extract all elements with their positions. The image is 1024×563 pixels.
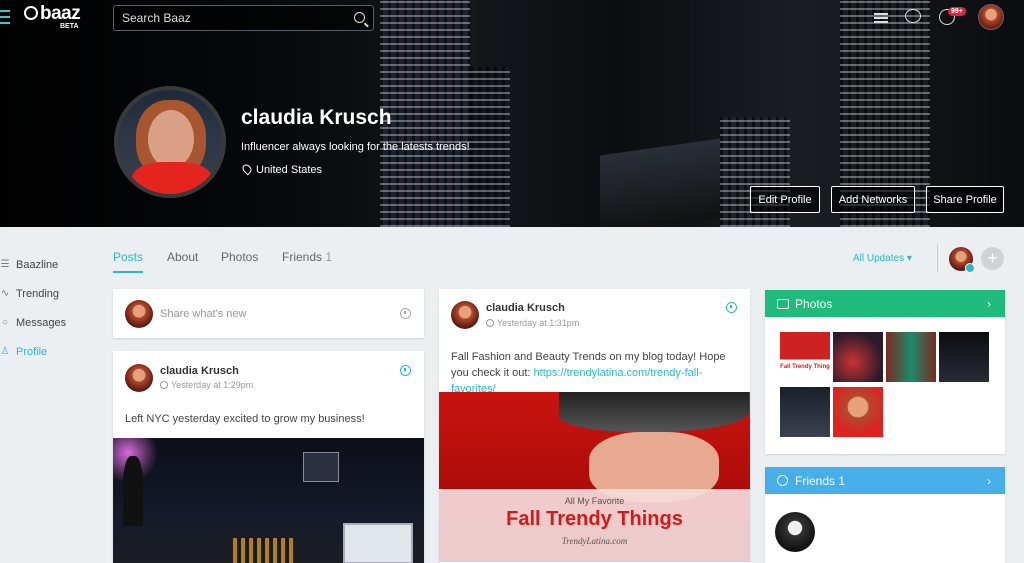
sidebar-item-messages[interactable]: ○ Messages [0,308,66,337]
image-caption-title: Fall Trendy Things [506,508,683,530]
user-icon: ♙ [0,346,10,357]
avatar [125,300,153,328]
friends-panel-header[interactable]: Friends 1 › [765,467,1005,494]
timer-icon[interactable] [400,365,411,376]
small-avatar[interactable] [949,247,975,273]
sidebar-item-profile[interactable]: ♙ Profile [0,337,66,366]
add-button[interactable]: + [981,247,1004,270]
photo-thumbnail[interactable] [780,387,830,437]
friends-icon [777,475,788,486]
cover-building [600,138,720,227]
avatar[interactable] [125,364,153,392]
search-icon[interactable] [354,12,365,23]
image-icon [777,298,789,309]
post-text: Fall Fashion and Beauty Trends on my blo… [451,349,741,397]
post-text: Left NYC yesterday excited to grow my bu… [125,413,365,425]
profile-bio: Influencer always looking for the latest… [241,141,470,153]
sidebar-item-label: Baazline [16,258,59,271]
photo-thumbnail[interactable]: Fall Trendy Thing [780,332,830,382]
trending-icon: ∿ [0,288,10,299]
post-image[interactable] [113,438,424,563]
tab-about[interactable]: About [167,250,198,264]
notification-badge: 99+ [948,7,966,16]
post-time-text: Yesterday at 1:29pm [171,380,254,390]
photo-thumbnail[interactable] [886,332,936,382]
friends-panel-title: Friends [795,473,836,488]
post-time: Yesterday at 1:31pm [486,318,579,328]
profile-avatar[interactable] [114,86,226,198]
sidebar-item-label: Profile [16,345,48,358]
user-avatar[interactable] [978,4,1004,30]
divider [937,244,938,272]
sidebar-item-baazline[interactable]: ☰ Baazline [0,250,66,279]
photos-panel: Photos › Fall Trendy Thing [765,290,1005,454]
post-card: claudia Krusch Yesterday at 1:31pm Fall … [439,289,750,563]
tab-friends-count: 1 [325,250,333,264]
logo[interactable]: baaz [24,3,81,25]
tab-photos[interactable]: Photos [221,250,258,264]
friend-avatar[interactable] [775,512,815,552]
photos-panel-title: Photos [795,296,833,311]
clock-icon [486,319,494,327]
timer-icon[interactable] [726,302,737,313]
post-time: Yesterday at 1:29pm [160,380,253,390]
search-box[interactable] [113,5,374,31]
message-icon: ○ [1,317,9,328]
thumbnail-caption: Fall Trendy Thing [780,364,830,370]
location-pin-icon [240,162,254,176]
post-time-text: Yesterday at 1:31pm [497,318,580,328]
sidebar-item-label: Messages [16,316,67,329]
photos-panel-header[interactable]: Photos › [765,290,1005,317]
post-image[interactable]: All My Favorite Fall Trendy Things Trend… [439,392,750,562]
updates-filter-label: All Updates [853,253,905,264]
tab-friends-label: Friends [282,250,323,264]
chevron-right-icon[interactable]: › [987,474,991,488]
profile-location: United States [240,162,323,176]
friends-panel: Friends 1 › [765,467,1005,563]
cover-building [470,67,510,227]
image-caption-top: All My Favorite [564,496,625,506]
menu-icon[interactable] [0,10,10,24]
avatar[interactable] [451,301,479,329]
profile-name: claudia Krusch [241,106,392,129]
sidebar-item-label: Trending [16,287,60,300]
list-icon[interactable] [874,11,892,29]
updates-filter-dropdown[interactable]: All Updates ▾ [853,253,912,264]
chevron-right-icon[interactable]: › [987,297,991,311]
search-input[interactable] [122,11,342,25]
clock-icon [160,381,168,389]
friends-panel-count: 1 [838,473,846,488]
sidebar-item-trending[interactable]: ∿ Trending [0,279,66,308]
lines-icon: ☰ [0,259,10,270]
add-networks-button[interactable]: Add Networks [831,186,915,213]
composer-card[interactable]: Share what's new [113,289,424,338]
image-caption-site: TrendyLatina.com [561,536,628,546]
edit-profile-button[interactable]: Edit Profile [750,186,820,213]
post-author[interactable]: claudia Krusch [486,302,565,314]
tab-friends[interactable]: Friends 1 [282,250,332,264]
timer-icon[interactable] [400,308,411,319]
beta-label: BETA [60,23,79,30]
photo-thumbnail[interactable] [939,332,989,382]
top-bar: baaz BETA 99+ [0,0,1024,36]
location-text: United States [256,164,323,176]
chat-icon[interactable] [905,9,921,23]
tab-posts[interactable]: Posts [113,250,144,273]
share-profile-button[interactable]: Share Profile [926,186,1004,213]
post-card: claudia Krusch Yesterday at 1:29pm Left … [113,351,424,563]
composer-placeholder[interactable]: Share what's new [160,308,246,320]
post-author[interactable]: claudia Krusch [160,365,239,377]
sidebar: ☰ Baazline ∿ Trending ○ Messages ♙ Profile [0,250,67,366]
photo-thumbnail[interactable] [833,387,883,437]
photo-thumbnail[interactable] [833,332,883,382]
